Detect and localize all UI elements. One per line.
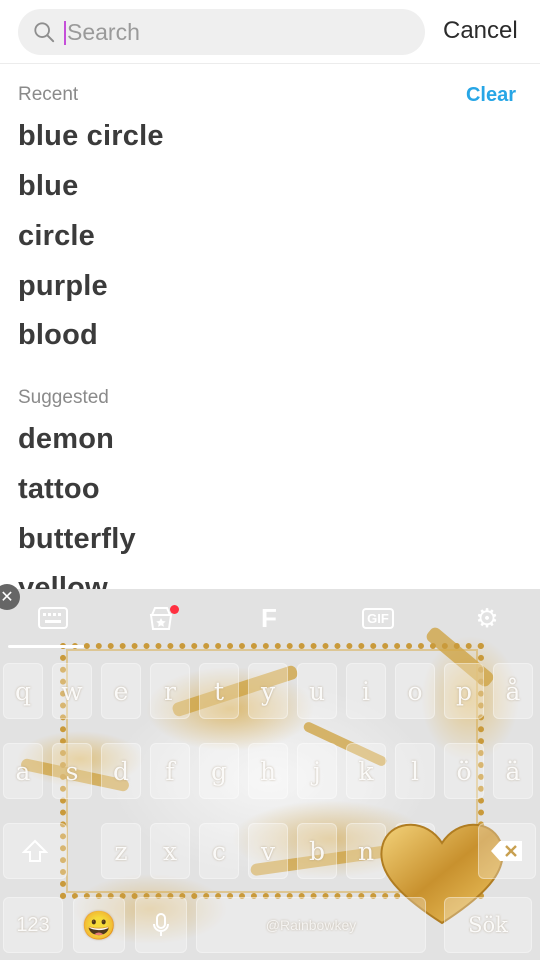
key-w[interactable]: w xyxy=(52,663,92,719)
key-g[interactable]: g xyxy=(199,743,239,799)
key-o[interactable]: o xyxy=(395,663,435,719)
key-i[interactable]: i xyxy=(346,663,386,719)
keyboard-icon xyxy=(38,607,68,629)
shift-icon xyxy=(22,839,48,862)
search-input[interactable] xyxy=(67,9,407,55)
backspace-icon xyxy=(491,841,522,861)
emoji-key[interactable]: 😀 xyxy=(73,897,125,953)
search-action-key[interactable]: Sök xyxy=(444,897,532,953)
microphone-icon xyxy=(153,913,169,936)
text-cursor xyxy=(64,21,66,45)
themed-keyboard: F GIF ⚙ q w e r t y u i o p å a s d f g … xyxy=(0,589,540,960)
keyboard-icon[interactable] xyxy=(38,603,68,633)
key-aring[interactable]: å xyxy=(493,663,533,719)
key-auml[interactable]: ä xyxy=(493,743,533,799)
key-b[interactable]: b xyxy=(297,823,337,879)
active-tab-indicator xyxy=(8,645,84,648)
gif-button[interactable]: GIF xyxy=(360,603,396,633)
key-a[interactable]: a xyxy=(3,743,43,799)
backspace-key[interactable] xyxy=(478,823,536,879)
search-box[interactable] xyxy=(18,9,425,55)
key-v[interactable]: v xyxy=(248,823,288,879)
search-header: Cancel xyxy=(0,0,540,64)
clear-button[interactable]: Clear xyxy=(466,84,516,107)
recent-header: Recent xyxy=(18,84,79,105)
key-x[interactable]: x xyxy=(150,823,190,879)
key-j[interactable]: j xyxy=(297,743,337,799)
suggested-item[interactable]: demon xyxy=(18,423,114,456)
key-ouml[interactable]: ö xyxy=(444,743,484,799)
keyboard-toolbar: F GIF ⚙ xyxy=(0,589,540,648)
mic-key[interactable] xyxy=(135,897,187,953)
key-q[interactable]: q xyxy=(3,663,43,719)
key-l[interactable]: l xyxy=(395,743,435,799)
key-z[interactable]: z xyxy=(101,823,141,879)
font-button[interactable]: F xyxy=(254,603,284,633)
key-e[interactable]: e xyxy=(101,663,141,719)
key-u[interactable]: u xyxy=(297,663,337,719)
key-p[interactable]: p xyxy=(444,663,484,719)
recent-item[interactable]: blue xyxy=(18,170,78,203)
space-key[interactable]: @Rainbowkey xyxy=(196,897,426,953)
gif-label: GIF xyxy=(362,607,394,629)
recent-item[interactable]: circle xyxy=(18,220,95,253)
cancel-button[interactable]: Cancel xyxy=(443,17,518,45)
key-k[interactable]: k xyxy=(346,743,386,799)
numbers-key[interactable]: 123 xyxy=(3,897,63,953)
key-d[interactable]: d xyxy=(101,743,141,799)
shift-key[interactable] xyxy=(3,823,67,879)
suggested-header: Suggested xyxy=(18,387,109,408)
notification-dot xyxy=(170,605,179,614)
key-c[interactable]: c xyxy=(199,823,239,879)
recent-item[interactable]: purple xyxy=(18,270,108,303)
recent-item[interactable]: blood xyxy=(18,319,98,352)
search-suggestions: Recent Clear blue circle blue circle pur… xyxy=(0,64,540,589)
suggested-item[interactable]: yellow xyxy=(18,572,108,589)
suggested-item[interactable]: butterfly xyxy=(18,523,136,556)
key-h[interactable]: h xyxy=(248,743,288,799)
key-s[interactable]: s xyxy=(52,743,92,799)
key-t[interactable]: t xyxy=(199,663,239,719)
key-r[interactable]: r xyxy=(150,663,190,719)
gear-icon[interactable]: ⚙ xyxy=(472,603,502,633)
key-f[interactable]: f xyxy=(150,743,190,799)
recent-item[interactable]: blue circle xyxy=(18,120,164,153)
suggested-item[interactable]: tattoo xyxy=(18,473,100,506)
search-icon xyxy=(34,22,55,43)
key-y[interactable]: y xyxy=(248,663,288,719)
